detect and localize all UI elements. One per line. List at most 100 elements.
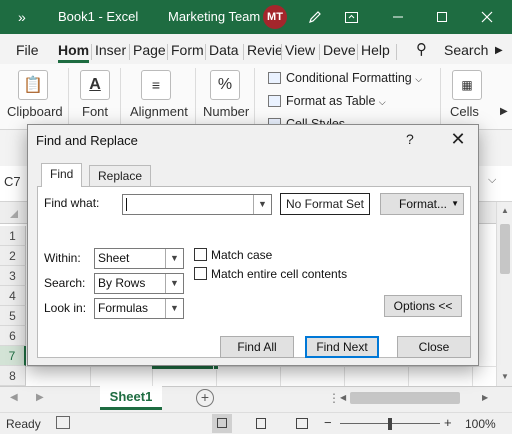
sheet-tab[interactable]: Sheet1	[100, 386, 162, 410]
minimize-icon[interactable]	[381, 0, 415, 34]
name-box[interactable]: C7	[4, 174, 26, 194]
close-icon[interactable]: ✕	[446, 127, 470, 151]
ribbon-display-icon[interactable]	[334, 0, 368, 34]
cells-group[interactable]: Cells	[450, 104, 479, 119]
match-case-label[interactable]: Match case	[211, 248, 272, 262]
quick-access-chevron-icon[interactable]: »	[18, 9, 26, 25]
within-select[interactable]: Sheet ▼	[94, 248, 184, 269]
row-header[interactable]: 1	[0, 226, 26, 246]
add-sheet-icon[interactable]: +	[196, 389, 214, 407]
search-order-select[interactable]: By Rows ▼	[94, 273, 184, 294]
format-as-table-button[interactable]: Format as Table ⌵	[268, 94, 386, 108]
find-panel: Find what: ▼ No Format Set Format... ▼ W…	[37, 186, 471, 358]
tab-find[interactable]: Find	[41, 163, 83, 187]
macro-record-icon[interactable]	[56, 416, 70, 429]
tab-divider	[167, 44, 168, 60]
maximize-icon[interactable]	[425, 0, 459, 34]
avatar[interactable]: MT	[263, 5, 287, 29]
hscroll-left-icon[interactable]: ◀	[340, 393, 346, 402]
tab-review[interactable]: Revie	[247, 42, 283, 58]
match-case-checkbox[interactable]	[194, 248, 207, 261]
close-button[interactable]: Close	[397, 336, 471, 358]
row-header[interactable]: 3	[0, 266, 26, 286]
search-label[interactable]: Search	[444, 42, 488, 58]
clipboard-icon[interactable]: 📋	[18, 70, 48, 100]
page-break-view-icon[interactable]	[296, 418, 308, 429]
cells-icon[interactable]: ▦	[452, 70, 482, 100]
within-label: Within:	[44, 251, 81, 265]
options-button[interactable]: Options <<	[384, 295, 462, 317]
help-icon[interactable]: ?	[406, 131, 414, 147]
number-group[interactable]: Number	[203, 104, 249, 119]
scroll-up-icon[interactable]: ▲	[501, 206, 509, 215]
look-in-label: Look in:	[44, 301, 87, 315]
gridline	[26, 366, 496, 367]
alignment-icon[interactable]: ≡	[141, 70, 171, 100]
clipboard-group[interactable]: Clipboard	[7, 104, 63, 119]
tab-insert[interactable]: Inser	[95, 42, 126, 58]
tab-page-layout[interactable]: Page	[133, 42, 166, 58]
title-bar: » Book1 - Excel Marketing Team MT	[0, 0, 512, 34]
number-icon[interactable]: %	[210, 70, 240, 100]
zoom-level[interactable]: 100%	[465, 417, 496, 431]
zoom-out-icon[interactable]: −	[324, 415, 332, 430]
match-entire-label[interactable]: Match entire cell contents	[211, 267, 347, 281]
chevron-down-icon[interactable]: ▼	[253, 195, 271, 214]
alignment-group[interactable]: Alignment	[130, 104, 188, 119]
row-header[interactable]: 6	[0, 326, 26, 346]
tab-help[interactable]: Help	[361, 42, 390, 58]
prev-sheet-icon[interactable]: ◀	[10, 392, 18, 403]
tab-file[interactable]: File	[16, 42, 39, 58]
scroll-down-icon[interactable]: ▼	[501, 372, 509, 381]
conditional-formatting-label: Conditional Formatting	[286, 71, 412, 85]
tab-divider	[205, 44, 206, 60]
ribbon-divider	[120, 68, 121, 124]
tab-formulas[interactable]: Form	[171, 42, 204, 58]
tab-home[interactable]: Hom	[58, 42, 90, 63]
normal-view-icon[interactable]	[212, 414, 232, 433]
tab-developer[interactable]: Deve	[323, 42, 356, 58]
match-entire-checkbox[interactable]	[194, 267, 207, 280]
vertical-scrollbar[interactable]: ▲ ▼	[496, 202, 512, 386]
tab-split-handle[interactable]: ⋮	[328, 391, 340, 405]
ribbon-divider	[254, 68, 255, 124]
ribbon-scroll-right-icon[interactable]: ▶	[500, 106, 508, 117]
row-header[interactable]: 8	[0, 366, 26, 386]
find-all-button[interactable]: Find All	[220, 336, 294, 358]
scroll-right-icon[interactable]: ▶	[495, 45, 503, 56]
hscroll-right-icon[interactable]: ▶	[482, 393, 488, 402]
tab-divider	[91, 44, 92, 60]
find-next-button[interactable]: Find Next	[305, 336, 379, 358]
page-layout-view-icon[interactable]	[256, 418, 266, 429]
select-all-icon[interactable]	[10, 210, 18, 218]
tab-replace-label: Replace	[98, 169, 143, 183]
look-in-value: Formulas	[98, 301, 149, 315]
tab-view[interactable]: View	[285, 42, 315, 58]
close-window-icon[interactable]	[470, 0, 504, 34]
expand-formula-bar-icon[interactable]: ⌵	[488, 174, 496, 187]
row-header[interactable]: 2	[0, 246, 26, 266]
look-in-select[interactable]: Formulas ▼	[94, 298, 184, 319]
horizontal-scroll-thumb[interactable]	[350, 392, 460, 404]
tab-replace[interactable]: Replace	[89, 165, 152, 187]
scroll-thumb[interactable]	[500, 224, 510, 274]
row-header-selected[interactable]: 7	[0, 346, 26, 366]
search-icon[interactable]: ⚲	[416, 40, 427, 58]
find-replace-dialog: Find and Replace ? ✕ Find Replace Find w…	[27, 124, 479, 366]
zoom-in-icon[interactable]: +	[444, 415, 452, 430]
tab-data[interactable]: Data	[209, 42, 239, 58]
font-icon[interactable]: A	[80, 70, 110, 100]
row-header[interactable]: 4	[0, 286, 26, 306]
row-header[interactable]: 5	[0, 306, 26, 326]
next-sheet-icon[interactable]: ▶	[36, 392, 44, 403]
status-ready: Ready	[6, 417, 41, 431]
no-format-set-preview: No Format Set	[280, 193, 370, 215]
tab-divider	[357, 44, 358, 60]
font-group[interactable]: Font	[82, 104, 108, 119]
conditional-formatting-button[interactable]: Conditional Formatting ⌵	[268, 71, 422, 85]
zoom-slider-thumb[interactable]	[388, 418, 392, 430]
format-button[interactable]: Format... ▼	[380, 193, 464, 215]
pen-icon[interactable]	[298, 0, 332, 34]
account-name: Marketing Team	[168, 9, 261, 24]
find-what-input[interactable]: ▼	[122, 194, 272, 215]
